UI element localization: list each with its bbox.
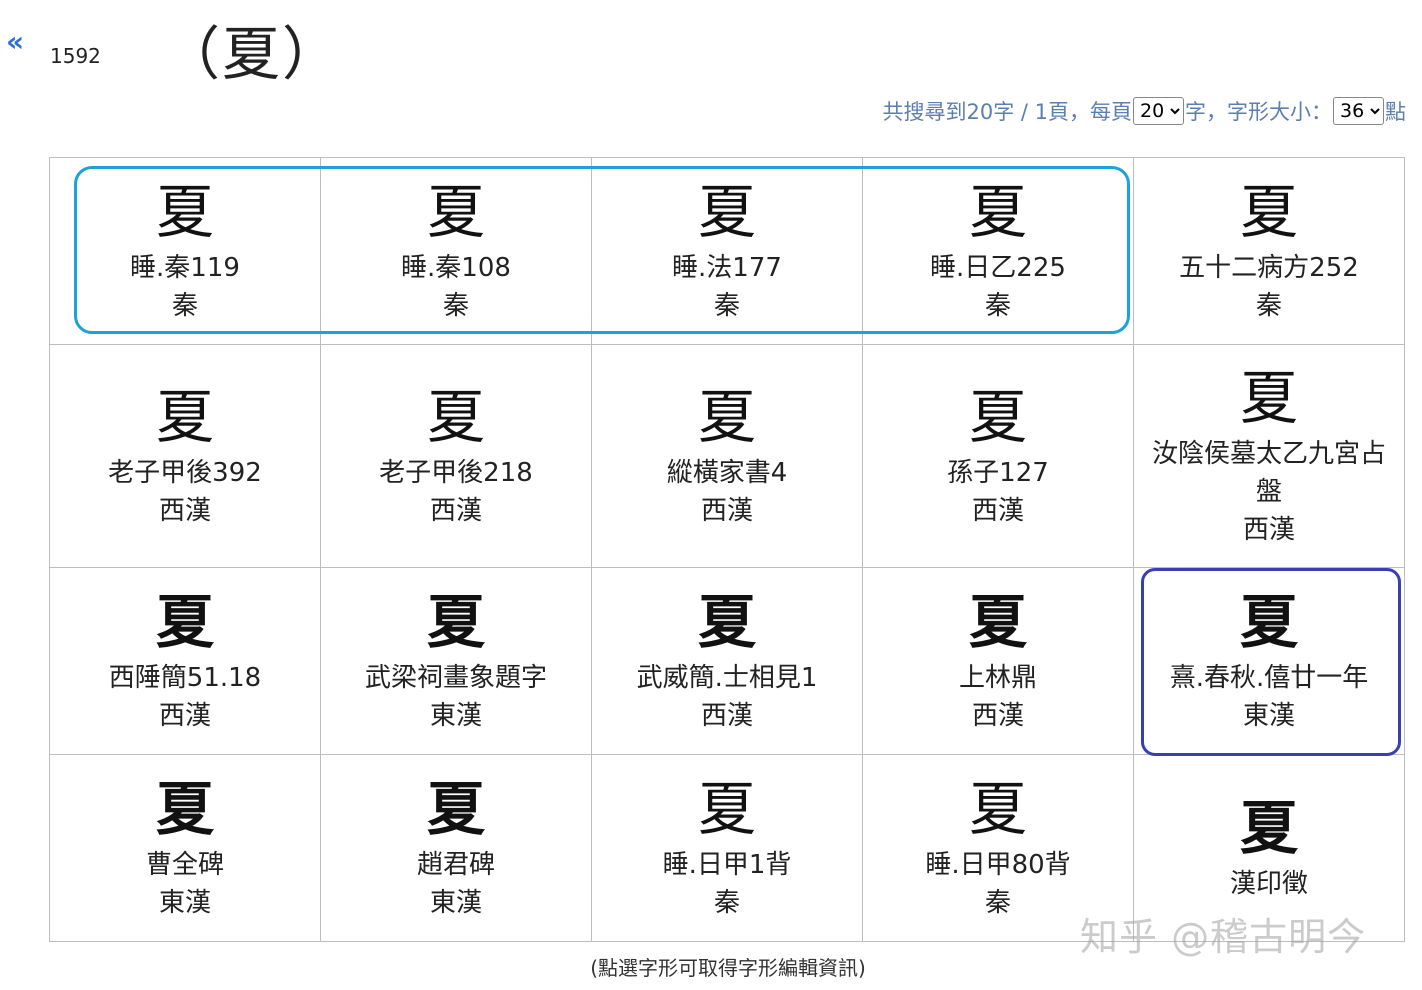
glyph-cell[interactable]: 夏上林鼎 西漢 <box>863 568 1134 755</box>
glyph-source: 熹.春秋.僖廿一年 <box>1134 659 1404 697</box>
glyph-cell[interactable]: 夏曹全碑 東漢 <box>50 755 321 942</box>
glyph-source: 武梁祠畫象題字 <box>321 659 591 697</box>
glyph-era: 秦 <box>863 287 1133 325</box>
glyph-source: 汝陰侯墓太乙九宮占盤 <box>1134 435 1404 511</box>
glyph-era: 秦 <box>50 287 320 325</box>
glyph-image[interactable]: 夏 <box>1134 177 1404 247</box>
glyph-source: 漢印徵 <box>1134 865 1404 903</box>
glyph-image[interactable]: 夏 <box>1134 363 1404 433</box>
glyph-era: 秦 <box>321 287 591 325</box>
glyph-cell[interactable]: 夏睡.日甲1背秦 <box>592 755 863 942</box>
glyph-source: 五十二病方252 <box>1134 249 1404 287</box>
glyph-cell[interactable]: 夏熹.春秋.僖廿一年 東漢 <box>1134 568 1405 755</box>
glyph-era: 東漢 <box>1134 697 1404 735</box>
glyph-source: 西陲簡51.18 <box>50 659 320 697</box>
glyph-era: 西漢 <box>50 492 320 530</box>
glyph-era: 東漢 <box>50 884 320 922</box>
glyph-era: 西漢 <box>863 492 1133 530</box>
glyph-cell[interactable]: 夏西陲簡51.18 西漢 <box>50 568 321 755</box>
glyph-source: 老子甲後218 <box>321 454 591 492</box>
glyph-image[interactable]: 夏 <box>321 382 591 452</box>
grid-row: 夏西陲簡51.18 西漢 夏武梁祠畫象題字 東漢 夏武威簡.士相見1 西漢 夏上林鼎西… <box>50 568 1405 755</box>
glyph-cell[interactable]: 夏睡.秦119 秦 <box>50 158 321 345</box>
glyph-image[interactable]: 夏 <box>863 587 1133 657</box>
glyph-cell[interactable]: 夏睡.法177 秦 <box>592 158 863 345</box>
glyph-cell[interactable]: 夏武梁祠畫象題字 東漢 <box>321 568 592 755</box>
grid-row: 夏老子甲後392 西漢 夏老子甲後218 西漢 夏縱橫家書4 西漢 夏孫子127 西漢 … <box>50 345 1405 568</box>
glyph-image[interactable]: 夏 <box>50 382 320 452</box>
glyph-source: 老子甲後392 <box>50 454 320 492</box>
glyph-image[interactable]: 夏 <box>592 774 862 844</box>
glyph-source: 睡.日甲1背 <box>592 846 862 884</box>
glyph-image[interactable]: 夏 <box>863 177 1133 247</box>
grid-row: 夏曹全碑 東漢 夏趙君碑 東漢 夏睡.日甲1背秦 夏睡.日甲80背秦 夏漢印徵 <box>50 755 1405 942</box>
glyph-cell[interactable]: 夏老子甲後392 西漢 <box>50 345 321 568</box>
glyph-cell[interactable]: 夏武威簡.士相見1 西漢 <box>592 568 863 755</box>
glyph-era: 西漢 <box>592 492 862 530</box>
glyph-era: 西漢 <box>50 697 320 735</box>
glyph-image[interactable]: 夏 <box>1134 587 1404 657</box>
glyph-era: 西漢 <box>592 697 862 735</box>
glyph-source: 趙君碑 <box>321 846 591 884</box>
glyph-source: 睡.秦108 <box>321 249 591 287</box>
click-hint: (點選字形可取得字形編輯資訊) <box>0 952 1422 981</box>
back-chevron-icon[interactable]: « <box>6 28 24 56</box>
glyph-era: 秦 <box>592 884 862 922</box>
glyph-image[interactable]: 夏 <box>321 774 591 844</box>
search-summary-bar: 共搜尋到20字 / 1頁，每頁 20 字，字形大小： 36 點 <box>882 96 1406 126</box>
glyph-image[interactable]: 夏 <box>863 382 1133 452</box>
glyph-era: 秦 <box>592 287 862 325</box>
glyph-source: 曹全碑 <box>50 846 320 884</box>
glyph-era: 東漢 <box>321 884 591 922</box>
glyph-cell[interactable]: 夏睡.秦108 秦 <box>321 158 592 345</box>
per-page-select[interactable]: 20 <box>1133 97 1184 125</box>
glyph-source: 孫子127 <box>863 454 1133 492</box>
glyph-cell[interactable]: 夏睡.日甲80背秦 <box>863 755 1134 942</box>
glyph-image[interactable]: 夏 <box>50 774 320 844</box>
point-unit-label: 點 <box>1385 96 1406 126</box>
glyph-era: 西漢 <box>1134 511 1404 549</box>
glyph-cell[interactable]: 夏汝陰侯墓太乙九宮占盤 西漢 <box>1134 345 1405 568</box>
glyph-source: 睡.日乙225 <box>863 249 1133 287</box>
glyph-cell[interactable]: 夏老子甲後218 西漢 <box>321 345 592 568</box>
glyph-era: 東漢 <box>321 697 591 735</box>
glyph-image[interactable]: 夏 <box>50 177 320 247</box>
glyph-image[interactable]: 夏 <box>863 774 1133 844</box>
glyph-image[interactable]: 夏 <box>321 177 591 247</box>
grid-row: 夏睡.秦119 秦 夏睡.秦108 秦 夏睡.法177 秦 夏睡.日乙225 秦 夏五十… <box>50 158 1405 345</box>
glyph-image[interactable]: 夏 <box>1134 793 1404 863</box>
glyph-source: 上林鼎 <box>863 659 1133 697</box>
glyph-image[interactable]: 夏 <box>592 587 862 657</box>
glyph-cell[interactable]: 夏睡.日乙225 秦 <box>863 158 1134 345</box>
character-number: 1592 <box>50 44 101 68</box>
glyph-cell[interactable]: 夏縱橫家書4 西漢 <box>592 345 863 568</box>
glyph-source: 縱橫家書4 <box>592 454 862 492</box>
glyph-source: 武威簡.士相見1 <box>592 659 862 697</box>
glyph-source: 睡.秦119 <box>50 249 320 287</box>
glyph-era: 秦 <box>1134 287 1404 325</box>
glyph-era: 秦 <box>863 884 1133 922</box>
glyph-size-label: 字，字形大小： <box>1185 96 1332 126</box>
glyph-image[interactable]: 夏 <box>592 382 862 452</box>
glyph-era: 西漢 <box>863 697 1133 735</box>
glyph-size-select[interactable]: 36 <box>1333 97 1384 125</box>
result-count-text: 共搜尋到20字 / 1頁，每頁 <box>882 96 1132 126</box>
header-modern-char: （夏） <box>162 22 342 86</box>
glyph-cell[interactable]: 夏孫子127 西漢 <box>863 345 1134 568</box>
glyph-image[interactable]: 夏 <box>592 177 862 247</box>
glyph-cell[interactable]: 夏五十二病方252 秦 <box>1134 158 1405 345</box>
glyph-cell[interactable]: 夏漢印徵 <box>1134 755 1405 942</box>
glyph-image[interactable]: 夏 <box>50 587 320 657</box>
glyph-image[interactable]: 夏 <box>321 587 591 657</box>
glyph-era: 西漢 <box>321 492 591 530</box>
glyph-source: 睡.日甲80背 <box>863 846 1133 884</box>
glyph-grid: 夏睡.秦119 秦 夏睡.秦108 秦 夏睡.法177 秦 夏睡.日乙225 秦 夏五十… <box>49 157 1405 942</box>
glyph-source: 睡.法177 <box>592 249 862 287</box>
glyph-cell[interactable]: 夏趙君碑 東漢 <box>321 755 592 942</box>
